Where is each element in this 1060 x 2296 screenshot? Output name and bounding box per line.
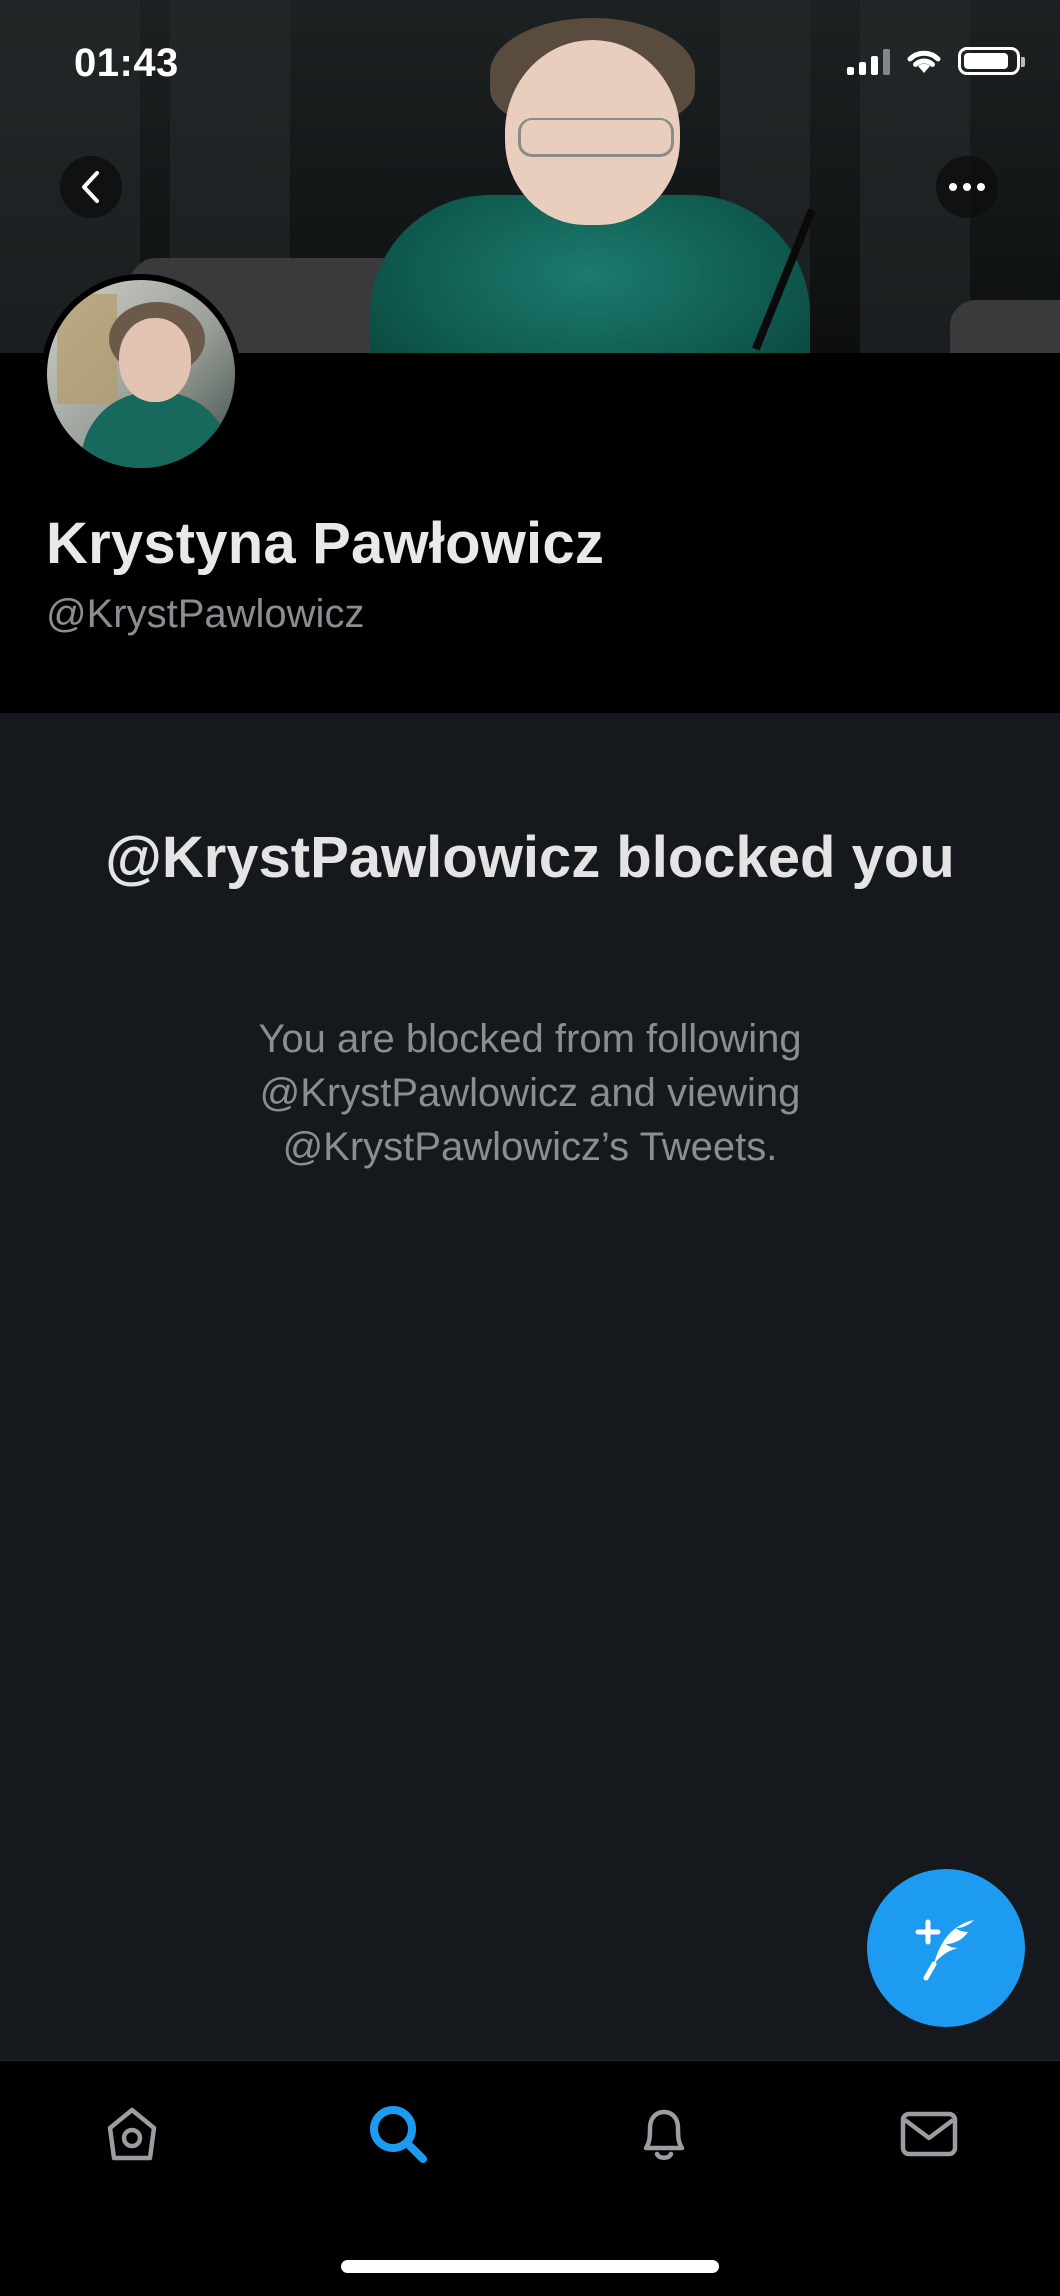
cellular-signal-icon — [847, 47, 890, 75]
tab-home[interactable] — [96, 2098, 168, 2170]
header-person-glasses — [518, 118, 674, 157]
home-indicator[interactable] — [341, 2260, 719, 2273]
avatar[interactable] — [41, 274, 241, 474]
wifi-icon — [907, 50, 941, 73]
search-icon — [370, 2106, 427, 2163]
status-time: 01:43 — [74, 41, 179, 85]
more-horizontal-icon — [949, 183, 985, 191]
profile-name: Krystyna Pawłowicz — [46, 511, 605, 576]
header-chair — [950, 300, 1060, 353]
tab-search[interactable] — [362, 2098, 434, 2170]
blocked-description: You are blocked from following @KrystPaw… — [258, 1017, 802, 1169]
compose-tweet-icon — [915, 1919, 974, 1981]
status-icons — [847, 46, 1025, 76]
compose-tweet-button[interactable] — [867, 1869, 1025, 2027]
avatar-bg-frame — [57, 294, 117, 404]
chevron-left-icon — [82, 171, 99, 203]
bell-icon — [643, 2109, 685, 2160]
battery-icon — [958, 47, 1025, 75]
avatar-person-face — [119, 318, 191, 402]
home-icon — [107, 2107, 157, 2161]
profile-handle: @KrystPawlowicz — [46, 592, 365, 636]
back-button[interactable] — [60, 156, 122, 218]
tab-messages[interactable] — [893, 2098, 965, 2170]
blocked-title: @KrystPawlowicz blocked you — [105, 825, 955, 890]
tab-notifications[interactable] — [628, 2098, 700, 2170]
more-options-button[interactable] — [936, 156, 998, 218]
mail-icon — [900, 2111, 958, 2157]
